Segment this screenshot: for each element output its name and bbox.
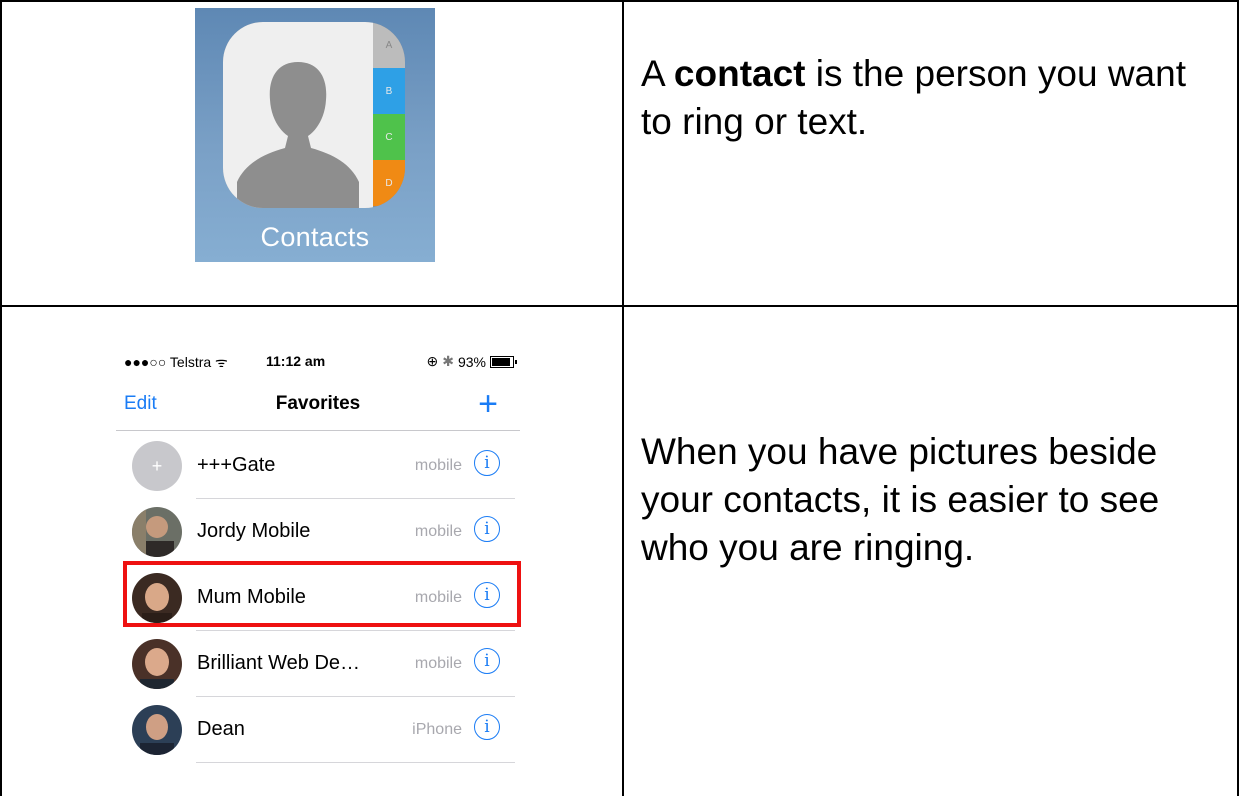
contact-type: mobile (414, 457, 462, 474)
wifi-icon: ᯤ (215, 354, 228, 370)
tab-c: C (373, 114, 405, 160)
table-border-middle (622, 0, 624, 796)
pictures-tip-text: When you have pictures beside your conta… (641, 431, 1160, 569)
person-silhouette-icon (237, 62, 359, 208)
list-item[interactable]: Brilliant Web De… mobile i (116, 631, 520, 697)
info-icon[interactable]: i (474, 516, 500, 542)
status-right: ⊕ ✱ 93% (426, 353, 517, 370)
bluetooth-icon: ✱ (442, 353, 454, 369)
battery-icon (490, 355, 517, 368)
definition-prefix: A (641, 53, 674, 94)
table-border-left (0, 0, 2, 796)
status-bar: ●●●○○ Telstra ᯤ 11:12 am ⊕ ✱ 93% (124, 353, 517, 371)
favorites-screenshot: ●●●○○ Telstra ᯤ 11:12 am ⊕ ✱ 93% Favorit… (116, 345, 521, 775)
contact-type: iPhone (412, 721, 462, 738)
rotation-lock-icon: ⊕ (426, 353, 439, 369)
contact-name: Brilliant Web De… (197, 652, 361, 674)
list-item[interactable]: Dean iPhone i (116, 697, 520, 763)
row-divider (196, 762, 515, 763)
info-icon[interactable]: i (474, 648, 500, 674)
status-time: 11:12 am (266, 353, 326, 369)
add-favorite-button[interactable]: + (478, 385, 498, 424)
contact-name: Dean (197, 718, 245, 740)
battery-percent: 93% (457, 353, 486, 370)
nav-divider (116, 430, 520, 431)
table-border-row (0, 305, 1239, 307)
contacts-app-icon-image: A B C D Contacts (195, 8, 435, 262)
contact-definition-text: A contact is the person you want to ring… (641, 50, 1201, 146)
contact-type: mobile (414, 523, 462, 540)
carrier-signal: ●●●○○ Telstra ᯤ (124, 354, 228, 370)
edit-button[interactable]: Edit (124, 393, 157, 415)
contact-name: +++Gate (197, 454, 276, 476)
tab-a: A (373, 22, 405, 68)
highlight-box (123, 561, 521, 627)
avatar: + (132, 441, 182, 491)
contacts-icon: A B C D (223, 22, 405, 208)
table-border-top (0, 0, 1239, 2)
avatar (132, 705, 182, 755)
list-item[interactable]: + +++Gate mobile i (116, 433, 520, 499)
contact-type: mobile (414, 655, 462, 672)
page-title: Favorites (275, 393, 361, 414)
definition-term: contact (673, 53, 806, 94)
contact-name: Jordy Mobile (197, 520, 311, 542)
list-item[interactable]: Jordy Mobile mobile i (116, 499, 520, 565)
layout-table: A B C D Contacts A contact is the person… (0, 0, 1239, 796)
tab-d: D (373, 160, 405, 206)
info-icon[interactable]: i (474, 450, 500, 476)
avatar (132, 639, 182, 689)
info-icon[interactable]: i (474, 714, 500, 740)
contacts-icon-label: Contacts (260, 222, 370, 252)
nav-bar: Favorites Edit + (116, 385, 520, 423)
avatar (132, 507, 182, 557)
tab-b: B (373, 68, 405, 114)
